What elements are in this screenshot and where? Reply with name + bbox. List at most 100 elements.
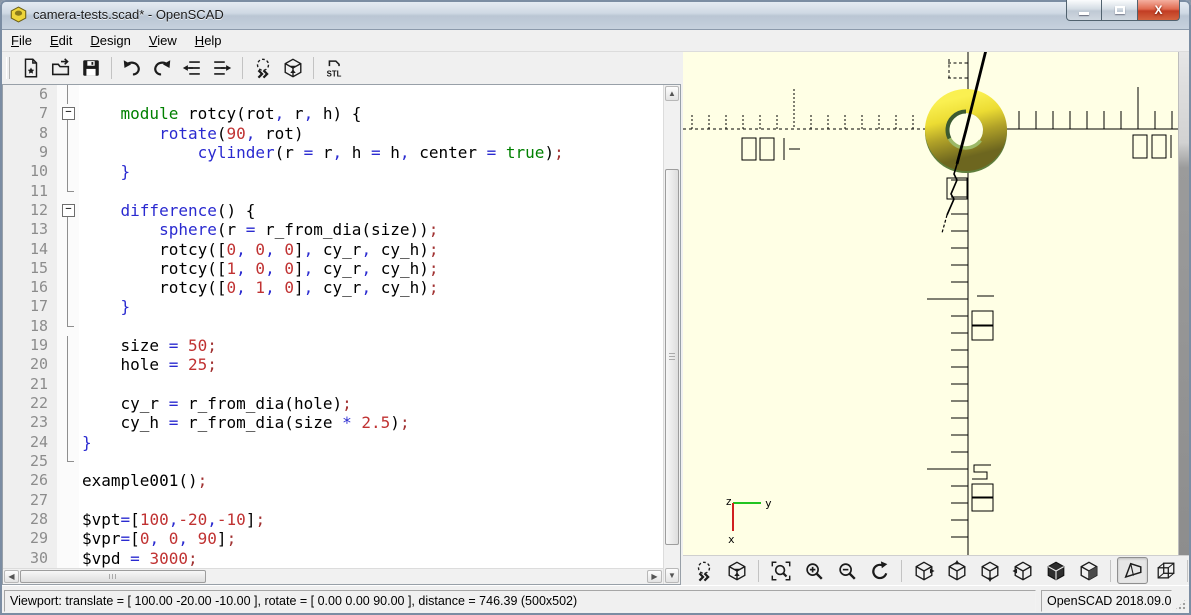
code-text[interactable]: $vpt=[100,-20,-10]; [79,510,663,529]
code-editor[interactable]: 67 module rotcy(rot, r, h) {8 rotate(90,… [3,85,663,568]
line-number: 23 [3,413,57,432]
unindent-icon [181,57,203,79]
zoom-out-icon [836,560,858,582]
window-title: camera-tests.scad* - OpenSCAD [33,7,224,22]
zoom-out-button[interactable] [831,557,862,584]
3d-viewport[interactable]: z y x [683,52,1178,555]
code-text[interactable]: $vpd = 3000; [79,549,663,568]
view-top-button[interactable] [941,557,972,584]
redo-icon [151,57,173,79]
indent-button[interactable] [208,54,236,82]
code-text[interactable] [79,491,663,510]
view-bottom-button[interactable] [974,557,1005,584]
minimize-icon [1079,12,1089,15]
openscad-window: camera-tests.scad* - OpenSCAD X FileEdit… [0,0,1191,615]
view-front-button[interactable] [1040,557,1071,584]
menu-edit[interactable]: Edit [41,30,81,52]
line-number: 26 [3,471,57,490]
zoom-in-button[interactable] [798,557,829,584]
code-text[interactable]: size = 50; [79,336,663,355]
preview-button[interactable] [688,557,719,584]
app-icon [10,6,27,23]
code-text[interactable] [79,375,663,394]
code-text[interactable] [79,85,663,104]
fold-marker[interactable] [57,104,79,123]
view-right-button[interactable] [908,557,939,584]
code-text[interactable]: difference() { [79,201,663,220]
code-text[interactable]: cylinder(r = r, h = h, center = true); [79,143,663,162]
code-text[interactable]: rotcy([0, 1, 0], cy_r, cy_h); [79,278,663,297]
fold-marker[interactable] [57,201,79,220]
stl-button[interactable]: STL [320,54,348,82]
code-text[interactable]: $vpr=[0, 0, 90]; [79,529,663,548]
line-number: 8 [3,124,57,143]
menu-view[interactable]: View [140,30,186,52]
view-left-icon [1012,560,1034,582]
editor-horizontal-scrollbar[interactable]: ◀ ▶ [3,568,663,584]
menu-file[interactable]: File [2,30,41,52]
code-text[interactable]: hole = 25; [79,355,663,374]
perspective-button[interactable] [1117,557,1148,584]
new-button[interactable] [17,54,45,82]
preview-button[interactable] [249,54,277,82]
svg-text:STL: STL [327,69,342,78]
menu-bar: FileEditDesignViewHelp [2,30,1189,52]
save-button[interactable] [77,54,105,82]
code-text[interactable]: cy_r = r_from_dia(hole); [79,394,663,413]
render-button[interactable] [721,557,752,584]
line-number: 13 [3,220,57,239]
code-text[interactable] [79,182,663,201]
open-icon [50,57,72,79]
toolbar-separator [111,57,112,79]
toolbar-handle[interactable] [6,57,10,79]
code-text[interactable]: module rotcy(rot, r, h) { [79,104,663,123]
scroll-left-arrow[interactable]: ◀ [4,570,19,583]
line-number: 24 [3,433,57,452]
open-button[interactable] [47,54,75,82]
view-back-button[interactable] [1073,557,1104,584]
redo-button[interactable] [148,54,176,82]
code-text[interactable]: sphere(r = r_from_dia(size)); [79,220,663,239]
vertical-scroll-thumb[interactable] [665,169,679,545]
fold-margin [57,471,79,490]
unindent-button[interactable] [178,54,206,82]
code-text[interactable] [79,452,663,471]
code-text[interactable]: rotcy([1, 0, 0], cy_r, cy_h); [79,259,663,278]
code-text[interactable]: } [79,162,663,181]
undo-button[interactable] [118,54,146,82]
minimize-button[interactable] [1066,0,1102,21]
render-button[interactable] [279,54,307,82]
horizontal-scroll-thumb[interactable] [20,570,206,583]
menu-help[interactable]: Help [186,30,231,52]
code-text[interactable] [79,317,663,336]
menu-design[interactable]: Design [81,30,139,52]
close-button[interactable]: X [1138,0,1180,21]
code-text[interactable]: cy_h = r_from_dia(size * 2.5); [79,413,663,432]
view-front-icon [1045,560,1067,582]
scroll-up-arrow[interactable]: ▲ [665,86,679,101]
code-text[interactable]: rotcy([0, 0, 0], cy_r, cy_h); [79,240,663,259]
y-axis-ticks [927,180,968,537]
title-bar[interactable]: camera-tests.scad* - OpenSCAD X [0,0,1191,30]
code-text[interactable]: } [79,433,663,452]
resize-grip[interactable] [1174,598,1187,611]
orthogonal-button[interactable] [1150,557,1181,584]
editor-vertical-scrollbar[interactable]: ▲ ▼ [663,85,680,584]
code-text[interactable]: rotate(90, rot) [79,124,663,143]
code-text[interactable]: example001(); [79,471,663,490]
scroll-right-arrow[interactable]: ▶ [647,570,662,583]
fold-margin [57,182,79,201]
zoom-all-icon [770,560,792,582]
scroll-down-arrow[interactable]: ▼ [665,568,679,583]
x-axis-negative-ticks [692,89,913,129]
view-left-button[interactable] [1007,557,1038,584]
line-number: 11 [3,182,57,201]
x-axis-ticks [1019,87,1172,129]
reset-view-button[interactable] [864,557,895,584]
code-text[interactable]: } [79,297,663,316]
view-bottom-icon [979,560,1001,582]
line-number: 27 [3,491,57,510]
zoom-all-button[interactable] [765,557,796,584]
maximize-button[interactable] [1102,0,1138,21]
toolbar-separator [313,57,314,79]
